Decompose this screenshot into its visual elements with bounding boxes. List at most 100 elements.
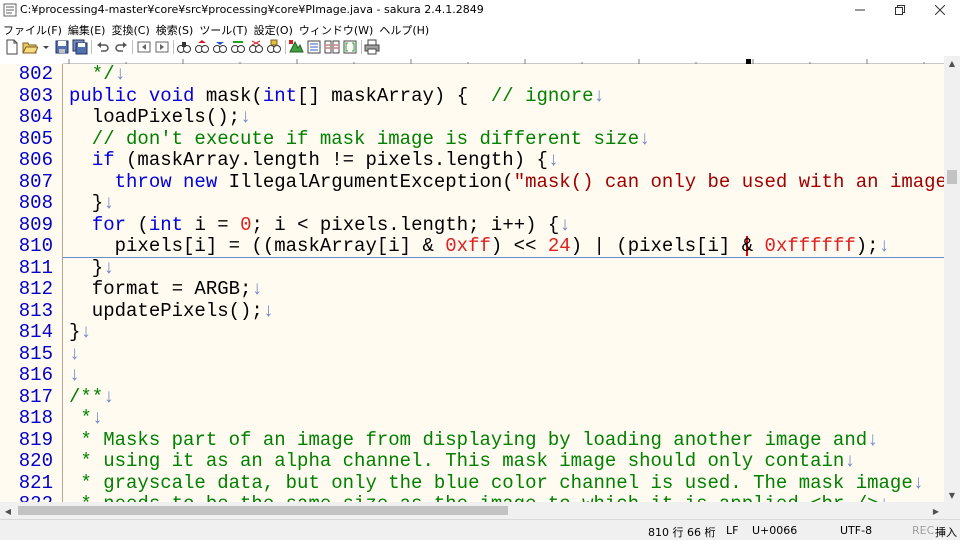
code-line[interactable]: /**↓ bbox=[69, 385, 115, 409]
outline-button[interactable] bbox=[306, 39, 322, 55]
code-line[interactable]: loadPixels();↓ bbox=[69, 106, 252, 129]
code-token: } bbox=[69, 192, 104, 214]
line-number[interactable]: 808 bbox=[0, 192, 53, 215]
insert-mode[interactable]: 挿入 bbox=[935, 524, 957, 540]
menu-item[interactable]: 編集(E) bbox=[65, 20, 109, 38]
vertical-scrollbar[interactable]: ▲ ▼ bbox=[944, 56, 960, 502]
minimize-button[interactable] bbox=[840, 0, 880, 20]
line-number-gutter[interactable]: 802 803 804 805 806 807 808 809 810 811 812 813 814 8… bbox=[0, 64, 63, 502]
line-number[interactable]: 815 bbox=[0, 343, 53, 366]
print-button[interactable] bbox=[364, 39, 380, 55]
line-number[interactable]: 814 bbox=[0, 321, 53, 344]
scroll-left-button[interactable]: ◀ bbox=[0, 504, 16, 518]
line-number[interactable]: 813 bbox=[0, 300, 53, 323]
line-number[interactable]: 817 bbox=[0, 386, 53, 409]
bracket-button[interactable] bbox=[342, 39, 358, 55]
save-button[interactable] bbox=[54, 39, 70, 55]
newline-marker: ↓ bbox=[103, 385, 115, 408]
line-number[interactable]: 820 bbox=[0, 450, 53, 473]
line-number[interactable]: 806 bbox=[0, 149, 53, 172]
code-line[interactable]: for (int i = 0; i < pixels.length; i++) … bbox=[69, 214, 571, 237]
new-file-button[interactable] bbox=[4, 39, 20, 55]
scroll-up-button[interactable]: ▲ bbox=[944, 56, 960, 70]
scroll-right-button[interactable]: ▶ bbox=[928, 504, 944, 518]
replace-button[interactable] bbox=[230, 39, 246, 55]
search-next-button[interactable] bbox=[212, 39, 228, 55]
line-number[interactable]: 810 bbox=[0, 235, 53, 258]
code-line[interactable]: throw new IllegalArgumentException("mask… bbox=[69, 171, 944, 194]
jump-back-button[interactable] bbox=[136, 39, 152, 55]
code-line[interactable]: */↓ bbox=[69, 64, 126, 86]
menu-item[interactable]: 検索(S) bbox=[153, 20, 197, 38]
restore-button[interactable] bbox=[880, 0, 920, 20]
encoding[interactable]: UTF-8 bbox=[840, 524, 872, 537]
line-number[interactable]: 818 bbox=[0, 407, 53, 430]
line-number[interactable]: 819 bbox=[0, 429, 53, 452]
line-number[interactable]: 811 bbox=[0, 257, 53, 280]
outline-icon bbox=[307, 40, 321, 54]
line-number[interactable]: 804 bbox=[0, 106, 53, 129]
code-line[interactable]: if (maskArray.length != pixels.length) {… bbox=[69, 149, 560, 172]
horizontal-scrollbar[interactable]: ◀ ▶ bbox=[0, 502, 944, 519]
horizontal-scroll-thumb[interactable] bbox=[18, 506, 508, 515]
menu-item[interactable]: 設定(O) bbox=[251, 20, 296, 38]
menu-item[interactable]: ヘルプ(H) bbox=[376, 20, 432, 38]
clear-mark-button[interactable] bbox=[248, 39, 264, 55]
open-button[interactable] bbox=[22, 39, 38, 55]
sakura-app-icon[interactable] bbox=[3, 3, 17, 17]
code-line[interactable]: }↓ bbox=[69, 192, 115, 215]
cursor-position[interactable]: 810 行 66 桁 bbox=[648, 524, 715, 540]
line-number[interactable]: 802 bbox=[0, 64, 53, 86]
menu-item[interactable]: ツール(T) bbox=[196, 20, 250, 38]
undo-button[interactable] bbox=[95, 39, 111, 55]
line-ending[interactable]: LF bbox=[726, 524, 738, 537]
code-line[interactable]: pixels[i] = ((maskArray[i] & 0xff) << 24… bbox=[69, 235, 890, 258]
code-line[interactable]: * grayscale data, but only the blue colo… bbox=[69, 471, 924, 495]
search-button[interactable] bbox=[176, 39, 192, 55]
grep-button[interactable] bbox=[266, 39, 282, 55]
code-line[interactable]: ↓ bbox=[69, 364, 80, 387]
menu-item[interactable]: ファイル(F) bbox=[0, 20, 65, 38]
line-number[interactable]: 812 bbox=[0, 278, 53, 301]
code-line[interactable]: updatePixels();↓ bbox=[69, 300, 274, 323]
code-line[interactable]: public void mask(int[] maskArray) { // i… bbox=[69, 84, 605, 108]
save-all-button[interactable] bbox=[72, 39, 88, 55]
line-number[interactable]: 805 bbox=[0, 128, 53, 151]
jump-forward-button[interactable] bbox=[154, 39, 170, 55]
close-button[interactable] bbox=[920, 0, 960, 20]
code-line[interactable]: }↓ bbox=[69, 321, 92, 344]
code-line[interactable]: ↓ bbox=[69, 343, 80, 366]
line-number[interactable]: 821 bbox=[0, 472, 53, 495]
line-number[interactable]: 807 bbox=[0, 171, 53, 194]
menu-item[interactable]: ウィンドウ(W) bbox=[296, 20, 376, 38]
code-token: * grayscale data, but only the blue colo… bbox=[69, 471, 913, 494]
redo-button[interactable] bbox=[113, 39, 129, 55]
code-line[interactable]: * using it as an alpha channel. This mas… bbox=[69, 450, 855, 473]
char-code[interactable]: U+0066 bbox=[752, 524, 797, 537]
code-line[interactable]: * Masks part of an image from displaying… bbox=[69, 428, 878, 452]
line-number[interactable]: 816 bbox=[0, 364, 53, 387]
code-line[interactable]: format = ARGB;↓ bbox=[69, 278, 263, 301]
search-next-icon bbox=[213, 42, 227, 53]
code-line[interactable]: }↓ bbox=[69, 256, 115, 280]
menu-item[interactable]: 変換(C) bbox=[108, 20, 152, 38]
line-number[interactable]: 803 bbox=[0, 85, 53, 108]
search-prev-button[interactable] bbox=[194, 39, 210, 55]
newline-marker: ↓ bbox=[103, 256, 115, 279]
compare-button[interactable] bbox=[324, 39, 340, 55]
editor-area[interactable]: 802 803 804 805 806 807 808 809 810 811 812 813 814 8… bbox=[0, 64, 944, 502]
toolbar bbox=[0, 38, 960, 56]
line-number[interactable]: 809 bbox=[0, 214, 53, 237]
vertical-scroll-thumb[interactable] bbox=[947, 170, 957, 184]
code-token: * Masks part of an image from displaying… bbox=[69, 428, 868, 451]
line-number[interactable]: 822 bbox=[0, 493, 53, 502]
scroll-down-button[interactable]: ▼ bbox=[944, 488, 960, 502]
code-line[interactable]: *↓ bbox=[69, 407, 103, 430]
new-file-icon bbox=[6, 39, 18, 55]
code-line[interactable]: * needs to be the same size as the image… bbox=[69, 493, 890, 502]
code-view[interactable]: */↓ public void mask(int[] maskArray) { /… bbox=[63, 64, 944, 502]
jump-to-button[interactable] bbox=[288, 39, 304, 55]
code-token: [] maskArray) { bbox=[297, 84, 491, 107]
code-line[interactable]: // don't execute if mask image is differ… bbox=[69, 128, 651, 151]
toolbar-separator bbox=[173, 40, 174, 54]
